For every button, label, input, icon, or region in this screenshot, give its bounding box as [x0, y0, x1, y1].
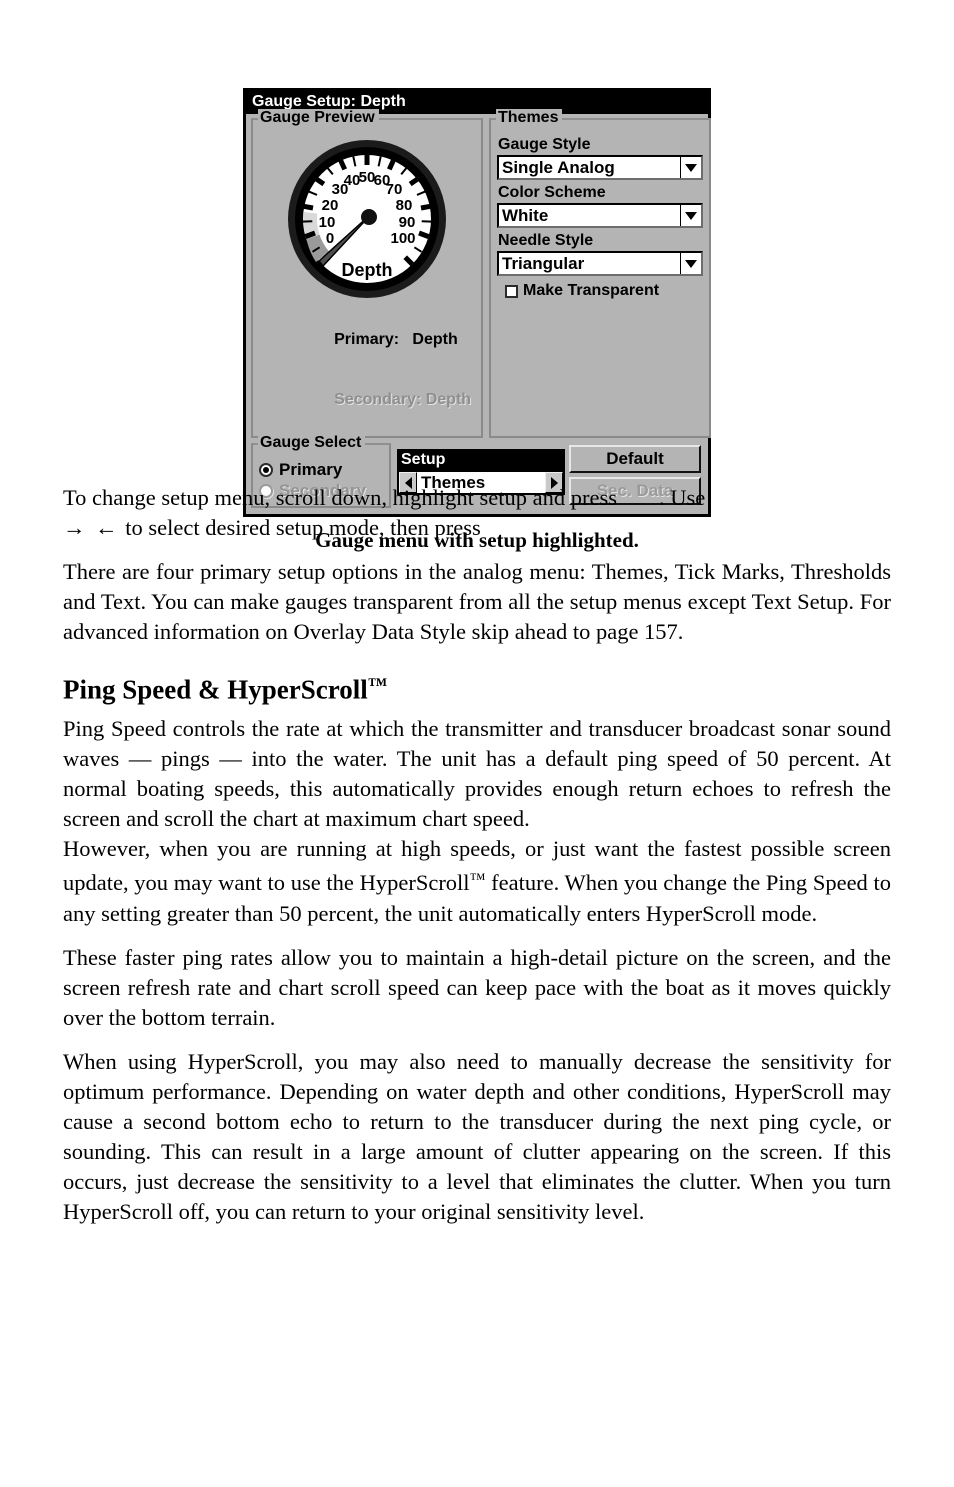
gauge-style-select[interactable]: Single Analog [497, 155, 703, 180]
preview-secondary-row: Secondary: Depth [263, 370, 475, 430]
gauge-preview-dial: 0 10 20 30 40 50 60 70 80 90 100 Depth [259, 132, 475, 308]
radio-primary-icon[interactable] [259, 462, 273, 477]
dialog-top-row: Gauge Preview 0 10 20 30 40 50 60 70 80 … [251, 109, 711, 438]
svg-text:70: 70 [386, 181, 403, 198]
setup-header: Setup [397, 449, 565, 470]
manual-page: Gauge Setup: Depth Gauge Preview 0 10 20… [0, 0, 954, 1487]
svg-text:80: 80 [396, 197, 413, 214]
instruction-part1: To change setup menu, scroll down, highl… [63, 485, 617, 510]
trademark-icon: ™ [469, 870, 486, 889]
paragraph-however: However, when you are running at high sp… [63, 834, 891, 928]
gauge-select-primary[interactable]: Primary [259, 460, 385, 479]
chevron-down-icon[interactable] [680, 157, 701, 178]
dialog-body: Gauge Preview 0 10 20 30 40 50 60 70 80 … [246, 109, 711, 510]
paragraph-instruction: To change setup menu, scroll down, highl… [63, 483, 891, 513]
default-button[interactable]: Default [569, 445, 701, 473]
chevron-down-icon[interactable] [680, 253, 701, 274]
themes-legend: Themes [496, 109, 563, 127]
svg-text:90: 90 [399, 214, 416, 231]
instruction-part2: . Use [658, 485, 706, 510]
make-transparent-row[interactable]: Make Transparent [497, 282, 703, 300]
svg-text:100: 100 [390, 230, 415, 247]
page-heading-ping-speed: Ping Speed & HyperScroll™ [63, 669, 891, 706]
paragraph-instruction-arrows: → ← to select desired setup mode, then p… [63, 513, 891, 543]
color-scheme-select[interactable]: White [497, 203, 703, 228]
color-scheme-label: Color Scheme [498, 184, 606, 201]
page-content: To change setup menu, scroll down, highl… [63, 483, 891, 1227]
paragraph-faster-rates: These faster ping rates allow you to mai… [63, 944, 891, 1030]
needle-style-label: Needle Style [498, 232, 594, 249]
gauge-preview-labels: Primary: Depth Secondary: Depth [259, 310, 475, 430]
arrow-keys-icon: → ← [63, 515, 120, 540]
radio-primary-label: Primary [279, 460, 343, 479]
gauge-style-label: Gauge Style [498, 136, 591, 153]
preview-primary-label: Primary: [334, 331, 400, 348]
gauge-preview-legend: Gauge Preview [258, 109, 379, 127]
preview-secondary-label: Secondary: [334, 391, 422, 408]
paragraph-setup-options: There are four primary setup options in … [63, 559, 891, 644]
svg-text:20: 20 [322, 197, 339, 214]
svg-text:0: 0 [326, 230, 334, 247]
needle-style-value: Triangular [502, 254, 585, 273]
preview-primary-row: Primary: Depth [263, 310, 475, 370]
themes-group: Themes Gauge Style Single Analog Color S… [489, 109, 711, 438]
gauge-preview-group: Gauge Preview 0 10 20 30 40 50 60 70 80 … [251, 109, 483, 438]
preview-primary-value: Depth [412, 331, 458, 348]
svg-text:10: 10 [319, 214, 336, 231]
make-transparent-label: Make Transparent [523, 282, 660, 299]
gauge-select-legend: Gauge Select [258, 434, 366, 452]
color-scheme-value: White [502, 206, 549, 225]
instruction-part3: to select desired setup mode, then press [125, 515, 481, 540]
heading-text: Ping Speed & HyperScroll [63, 674, 368, 705]
preview-secondary-value: Depth [425, 391, 472, 408]
needle-style-select[interactable]: Triangular [497, 251, 703, 276]
paragraph-sensitivity: When using HyperScroll, you may also nee… [63, 1048, 891, 1224]
analog-gauge-icon: 0 10 20 30 40 50 60 70 80 90 100 Depth [288, 140, 446, 298]
gauge-setup-dialog: Gauge Setup: Depth Gauge Preview 0 10 20… [243, 88, 711, 517]
trademark-icon: ™ [367, 675, 388, 696]
paragraph-ping-speed: Ping Speed controls the rate at which th… [63, 716, 891, 832]
gauge-style-value: Single Analog [502, 158, 615, 177]
svg-text:Depth: Depth [342, 260, 393, 280]
make-transparent-checkbox[interactable] [505, 284, 518, 298]
chevron-down-icon[interactable] [680, 205, 701, 226]
